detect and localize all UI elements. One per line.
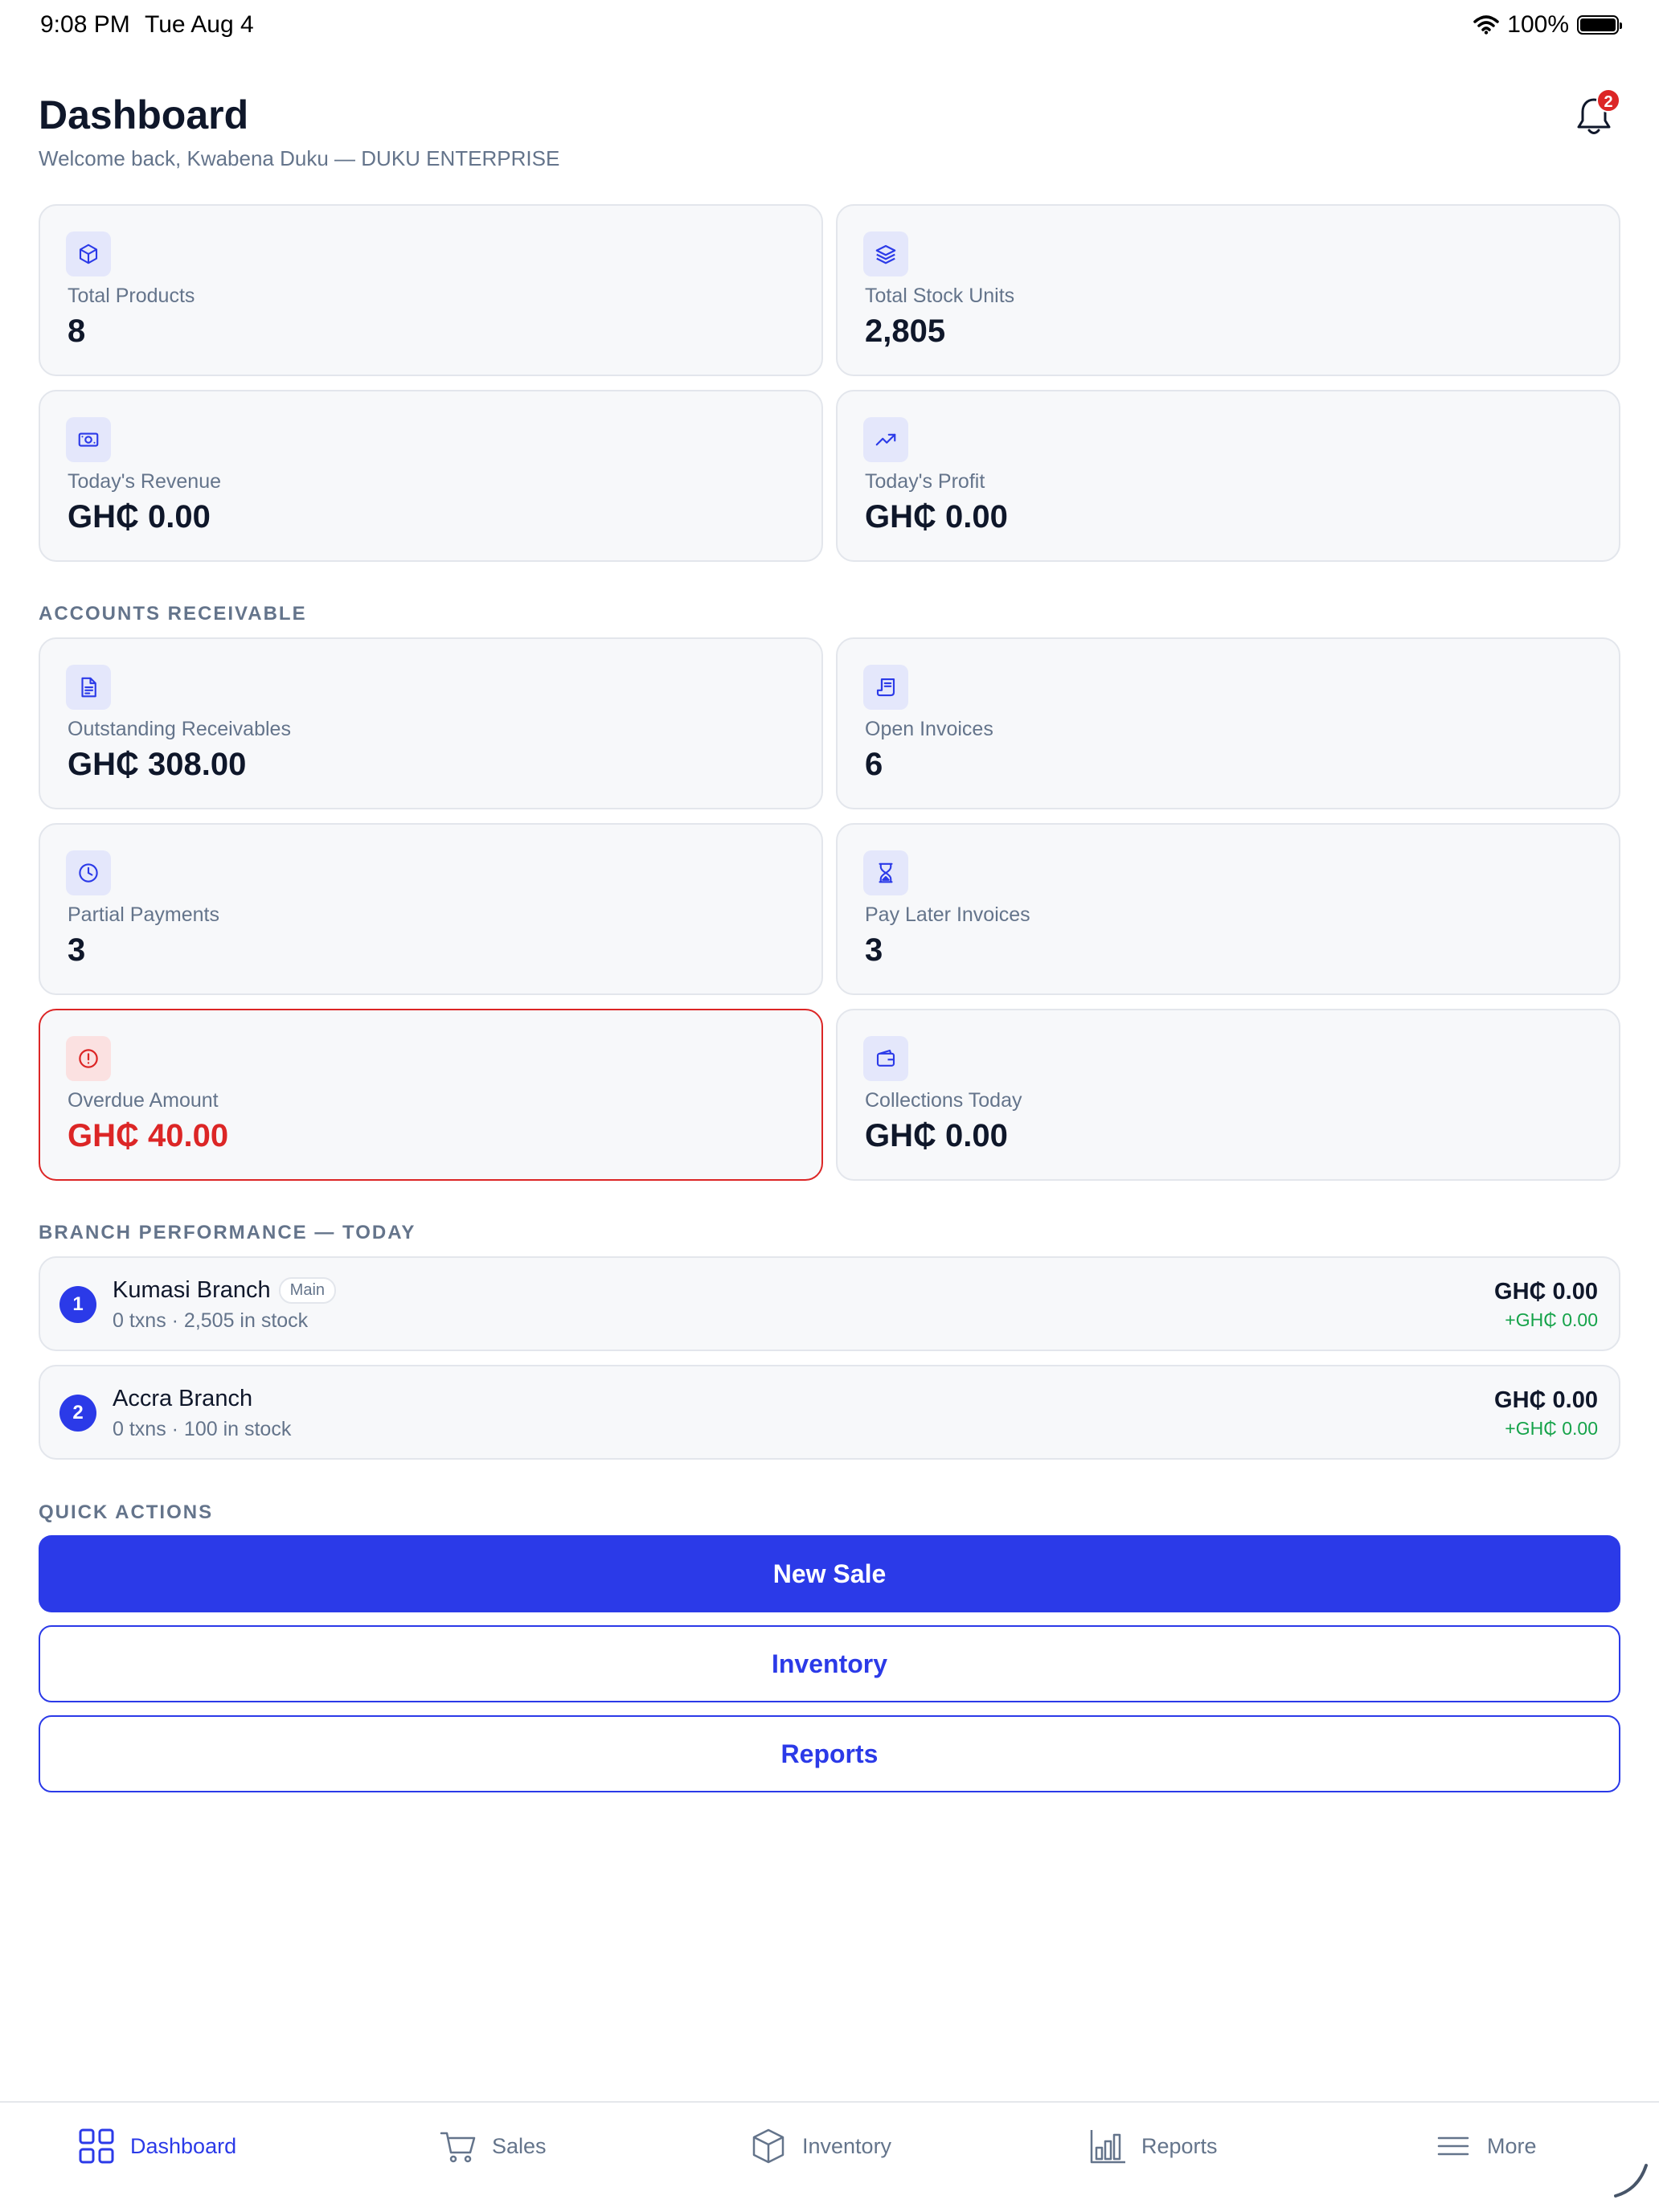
document-icon: [66, 665, 111, 710]
receipt-icon: [863, 665, 908, 710]
ar-value: GH₵ 308.00: [68, 747, 247, 782]
status-indicators: 100%: [1473, 11, 1622, 39]
stat-value: GH₵ 0.00: [865, 499, 1008, 535]
section-label-quick-actions: QUICK ACTIONS: [39, 1501, 214, 1523]
stat-card-todays-profit[interactable]: Today's Profit GH₵ 0.00: [836, 390, 1620, 562]
tab-dashboard[interactable]: Dashboard: [77, 2127, 236, 2165]
ar-value: GH₵ 0.00: [865, 1118, 1008, 1153]
ar-card-overdue-amount[interactable]: Overdue Amount GH₵ 40.00: [39, 1009, 823, 1181]
ar-card-partial-payments[interactable]: Partial Payments 3: [39, 823, 823, 995]
battery-icon: [1577, 15, 1622, 35]
stat-label: Total Stock Units: [865, 285, 1015, 307]
bar-chart-icon: [1090, 2130, 1125, 2164]
stat-label: Today's Revenue: [68, 470, 222, 493]
branch-rank-badge: 2: [59, 1395, 96, 1432]
alert-icon: [66, 1036, 111, 1081]
branch-row-kumasi[interactable]: 1 Kumasi Branch Main 0 txns · 2,505 in st…: [39, 1256, 1620, 1351]
stat-card-total-products[interactable]: Total Products 8: [39, 204, 823, 376]
branch-meta: 0 txns · 100 in stock: [113, 1418, 292, 1440]
branch-name-line: Kumasi Branch Main: [113, 1277, 337, 1304]
wifi-icon: [1473, 15, 1500, 35]
stat-card-total-stock-units[interactable]: Total Stock Units 2,805: [836, 204, 1620, 376]
tab-reports[interactable]: Reports: [1088, 2127, 1218, 2165]
hourglass-icon: [863, 850, 908, 895]
cube-icon: [66, 231, 111, 276]
clock-icon: [66, 850, 111, 895]
tab-more[interactable]: More: [1434, 2127, 1537, 2165]
ar-label: Open Invoices: [865, 718, 993, 740]
section-label-branch-performance: BRANCH PERFORMANCE — TODAY: [39, 1222, 416, 1243]
inventory-button[interactable]: Inventory: [39, 1625, 1620, 1702]
branch-name: Kumasi Branch: [113, 1277, 271, 1303]
tab-label: More: [1487, 2133, 1537, 2158]
stat-value: GH₵ 0.00: [68, 499, 211, 535]
branch-revenue: GH₵ 0.00: [1494, 1387, 1598, 1413]
page-title: Dashboard: [39, 92, 249, 137]
stat-value: 2,805: [865, 313, 946, 349]
battery-percent: 100%: [1507, 11, 1569, 38]
branch-row-accra[interactable]: 2 Accra Branch 0 txns · 100 in stock GH₵…: [39, 1365, 1620, 1460]
notification-badge: 2: [1596, 88, 1620, 113]
stat-card-todays-revenue[interactable]: Today's Revenue GH₵ 0.00: [39, 390, 823, 562]
grid-icon: [79, 2128, 114, 2164]
branch-profit: +GH₵ 0.00: [1505, 1418, 1598, 1439]
cart-icon: [440, 2132, 476, 2163]
ar-label: Pay Later Invoices: [865, 903, 1030, 926]
bottom-tab-bar: Dashboard Sales Inventory Reports More: [0, 2101, 1659, 2212]
ar-label: Outstanding Receivables: [68, 718, 291, 740]
stat-label: Total Products: [68, 285, 195, 307]
branch-meta: 0 txns · 2,505 in stock: [113, 1309, 309, 1332]
section-label-accounts-receivable: ACCOUNTS RECEIVABLE: [39, 603, 307, 625]
ar-card-open-invoices[interactable]: Open Invoices 6: [836, 637, 1620, 809]
ar-label: Partial Payments: [68, 903, 219, 926]
box-icon: [752, 2128, 784, 2164]
tab-inventory[interactable]: Inventory: [749, 2127, 891, 2165]
tab-label: Dashboard: [130, 2133, 237, 2158]
branch-rank-badge: 1: [59, 1286, 96, 1323]
tab-label: Reports: [1141, 2133, 1218, 2158]
tab-sales[interactable]: Sales: [439, 2127, 547, 2165]
main-branch-tag: Main: [278, 1277, 337, 1304]
ar-card-pay-later-invoices[interactable]: Pay Later Invoices 3: [836, 823, 1620, 995]
trend-up-icon: [863, 417, 908, 462]
ar-card-collections-today[interactable]: Collections Today GH₵ 0.00: [836, 1009, 1620, 1181]
layers-icon: [863, 231, 908, 276]
welcome-subtitle: Welcome back, Kwabena Duku — DUKU ENTERP…: [39, 146, 560, 170]
ar-value: 6: [865, 747, 883, 782]
ar-value-overdue: GH₵ 40.00: [68, 1118, 229, 1153]
status-date: Tue Aug 4: [145, 11, 254, 38]
branch-name: Accra Branch: [113, 1386, 253, 1411]
tab-label: Sales: [492, 2133, 547, 2158]
ar-label: Overdue Amount: [68, 1089, 219, 1112]
ar-value: 3: [865, 932, 883, 968]
cash-icon: [66, 417, 111, 462]
ar-card-outstanding-receivables[interactable]: Outstanding Receivables GH₵ 308.00: [39, 637, 823, 809]
status-time: 9:08 PM: [40, 11, 130, 38]
stat-label: Today's Profit: [865, 470, 985, 493]
wallet-icon: [863, 1036, 908, 1081]
ar-value: 3: [68, 932, 86, 968]
new-sale-button[interactable]: New Sale: [39, 1535, 1620, 1612]
ar-label: Collections Today: [865, 1089, 1022, 1112]
branch-profit: +GH₵ 0.00: [1505, 1309, 1598, 1330]
status-bar: 9:08 PM Tue Aug 4 100%: [0, 0, 1659, 51]
menu-icon: [1437, 2136, 1469, 2156]
stat-value: 8: [68, 313, 86, 349]
reports-button[interactable]: Reports: [39, 1715, 1620, 1792]
branch-revenue: GH₵ 0.00: [1494, 1279, 1598, 1305]
tab-label: Inventory: [802, 2133, 892, 2158]
resize-handle-icon: [1614, 2164, 1648, 2198]
